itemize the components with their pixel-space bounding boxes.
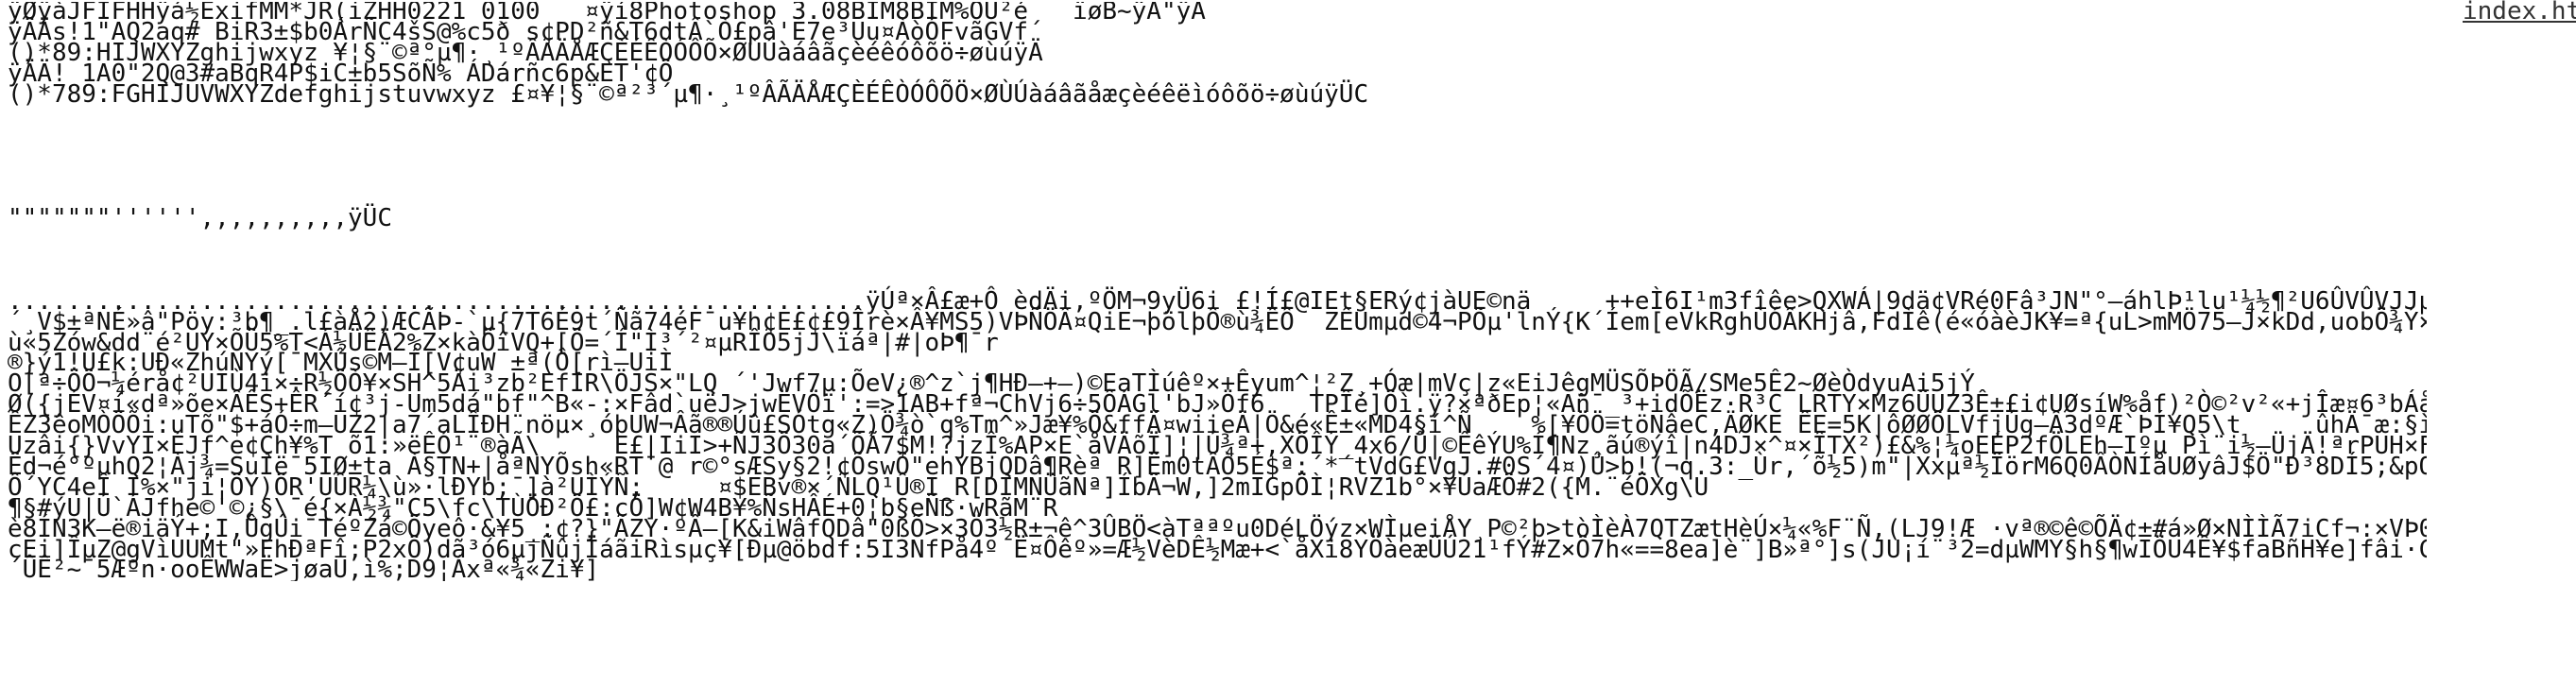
index-html-link[interactable]: index.html xyxy=(2463,0,2576,24)
file-text-content: ÿØÿàJFIFHHÿá½ExifMM*JR(iZHH0221 0100 ¤ÿí… xyxy=(8,2,2427,582)
